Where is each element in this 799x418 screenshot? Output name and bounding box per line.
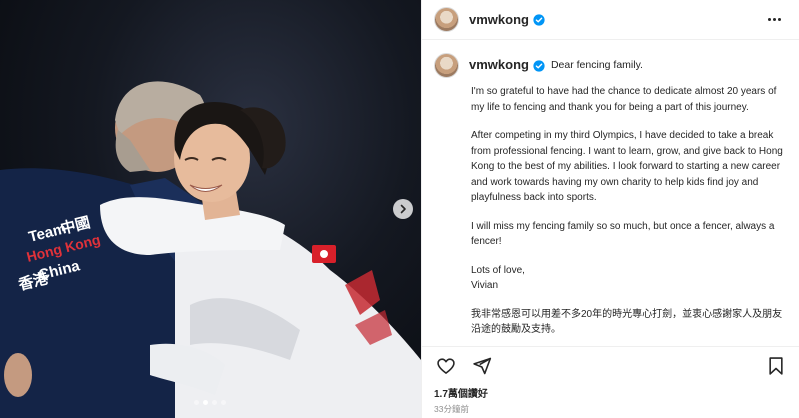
carousel-next-button[interactable]: [393, 199, 413, 219]
caption-body: I'm so grateful to have had the chance t…: [471, 84, 790, 338]
caption-header: vmwkong Dear fencing family.: [434, 53, 790, 78]
like-button[interactable]: [434, 354, 458, 378]
post-actions: 1.7萬個讚好 33分鐘前: [422, 346, 799, 415]
post-photo: Team 中國 Hong Kong China 香港: [0, 81, 421, 418]
carousel-dot: [212, 400, 217, 405]
action-icons: [434, 353, 788, 379]
post-caption: vmwkong Dear fencing family. I'm so grat…: [434, 53, 790, 345]
caption-paragraph: 我非常感恩可以用差不多20年的時光專心打劍，並衷心感謝家人及朋友沿途的鼓勵及支持…: [471, 308, 783, 336]
caption-paragraph: After competing in my third Olympics, I …: [471, 130, 783, 203]
carousel-indicator: [194, 400, 226, 405]
caption-greeting: Dear fencing family.: [550, 59, 643, 72]
more-options-button[interactable]: [764, 14, 785, 25]
likes-count[interactable]: 1.7萬個讚好: [434, 385, 788, 400]
chevron-right-icon: [400, 204, 406, 214]
post-timestamp[interactable]: 33分鐘前: [434, 403, 788, 415]
verified-badge-icon: [533, 59, 545, 72]
caption-paragraph: I will miss my fencing family so so much…: [471, 220, 775, 248]
carousel-dot: [221, 400, 226, 405]
share-button[interactable]: [470, 354, 494, 378]
carousel-dot: [194, 400, 199, 405]
save-button[interactable]: [764, 354, 788, 378]
paper-plane-icon: [473, 357, 492, 375]
caption-paragraph: I'm so grateful to have had the chance t…: [471, 86, 777, 113]
carousel-dot-active: [203, 400, 208, 405]
heart-icon: [437, 358, 455, 374]
username-link[interactable]: vmwkong: [469, 12, 529, 27]
verified-badge-icon: [533, 13, 545, 26]
caption-avatar[interactable]: [434, 53, 459, 78]
avatar[interactable]: [434, 7, 459, 32]
bookmark-icon: [769, 357, 783, 375]
post-media[interactable]: Team 中國 Hong Kong China 香港: [0, 0, 421, 418]
post-header: vmwkong: [422, 0, 799, 40]
post-side-panel: vmwkong vmwkong Dear fencing family. I'm…: [421, 0, 799, 418]
caption-username-link[interactable]: vmwkong: [469, 55, 529, 75]
ellipsis-icon: [768, 18, 771, 21]
caption-paragraph: Lots of love, Vivian: [471, 264, 525, 292]
